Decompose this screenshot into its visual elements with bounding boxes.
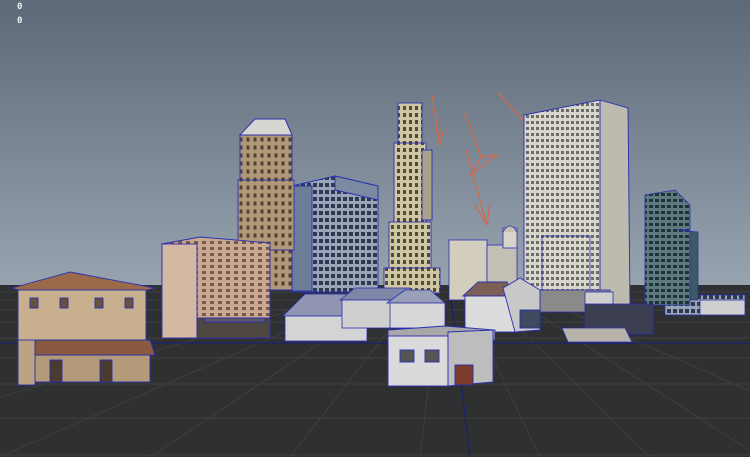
city-scene-render[interactable] <box>0 0 750 457</box>
maya-3d-viewport[interactable]: 0 0 <box>0 0 750 457</box>
hud-readout-top: 0 <box>17 2 23 12</box>
building-brick-midrise <box>161 236 271 339</box>
building-blue-glass-tower <box>291 175 379 293</box>
building-left-townhouse <box>10 271 156 386</box>
building-timber-house <box>461 277 541 333</box>
building-front-cottage <box>387 325 496 387</box>
hud-readout-second: 0 <box>17 16 23 26</box>
building-teal-tower <box>644 189 699 306</box>
